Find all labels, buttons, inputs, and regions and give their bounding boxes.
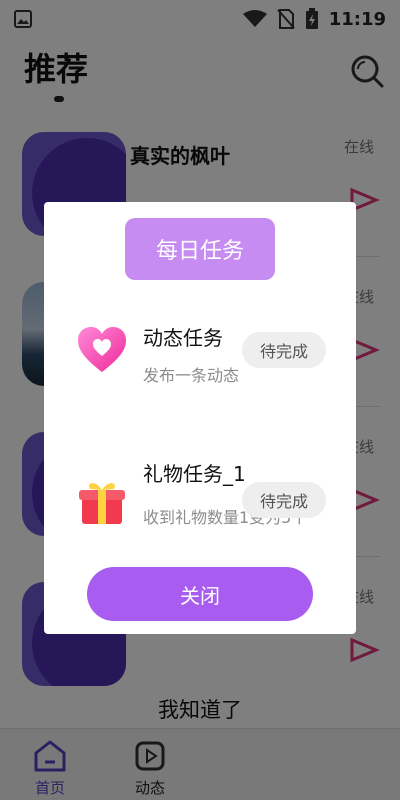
task-name: 动态任务 [143, 326, 223, 350]
task-status-button[interactable]: 待完成 [242, 332, 326, 368]
task-name: 礼物任务_1 [143, 462, 246, 486]
task-description: 发布一条动态 [143, 366, 240, 385]
task-item: 动态任务 发布一条动态 待完成 [44, 312, 356, 412]
task-item: 礼物任务_1 收到礼物数量1变为5个 待完成 [44, 458, 356, 558]
dialog-title: 每日任务 [125, 218, 275, 280]
close-button[interactable]: 关闭 [87, 567, 313, 621]
gift-icon [79, 483, 125, 524]
daily-tasks-dialog: 每日任务 动态任务 发布一条动态 待完成 礼物任务_1 收到礼物数量1变为5个 … [44, 202, 356, 634]
task-status-button[interactable]: 待完成 [242, 482, 326, 518]
heart-icon [78, 327, 126, 372]
